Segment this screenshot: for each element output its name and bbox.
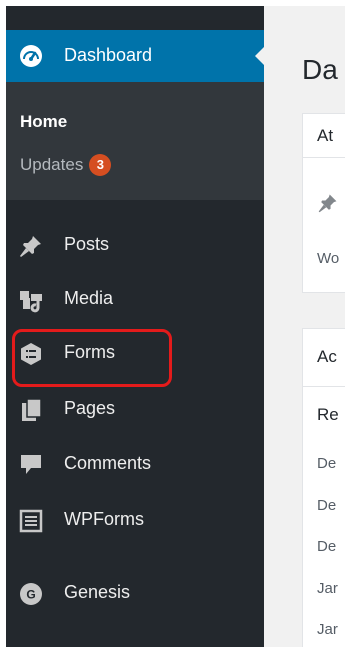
svg-text:G: G [26,588,35,602]
activity-row[interactable]: De [317,455,336,472]
activity-row[interactable]: De [317,538,336,555]
wpforms-icon [18,508,44,534]
sidebar-item-comments[interactable]: Comments [6,443,264,487]
pushpin-icon [18,233,44,259]
at-a-glance-widget: At Wo [302,113,345,293]
sidebar-item-label: Dashboard [64,45,153,65]
sidebar-item-label: Posts [64,234,110,254]
widget-header[interactable]: Ac [303,329,345,387]
sidebar-item-label: WPForms [64,509,144,529]
admin-sidebar: Dashboard Home Updates 3 Posts Media For… [6,6,265,647]
sidebar-item-media[interactable]: Media [6,278,264,322]
sidebar-item-dashboard[interactable]: Dashboard [6,30,265,82]
dashboard-submenu [6,82,264,200]
sidebar-item-label: Media [64,288,114,308]
media-icon [18,287,44,313]
sidebar-item-wpforms[interactable]: WPForms [6,499,264,543]
page-title: Da [302,54,338,85]
sidebar-item-pages[interactable]: Pages [6,388,264,432]
widget-title: At [317,126,334,145]
widget-header[interactable]: At [303,114,345,158]
pushpin-icon [317,192,339,219]
forms-highlight-outline [12,329,172,387]
activity-row[interactable]: De [317,497,336,514]
comment-icon [18,452,44,478]
sidebar-item-label: Comments [64,453,152,473]
activity-widget: Ac Re De De De Jar Jar [302,328,345,647]
dashboard-gauge-icon [18,43,44,69]
activity-row[interactable]: Jar [317,580,338,597]
sidebar-item-posts[interactable]: Posts [6,224,264,268]
sidebar-item-label: Pages [64,398,116,418]
widget-title: Ac [317,347,337,366]
activity-row[interactable]: Jar [317,621,338,638]
main-content: Da At Wo Ac Re De De De Jar Jar [264,6,345,647]
submenu-home-link[interactable]: Home [20,112,67,132]
activity-subtitle: Re [317,405,339,424]
genesis-icon: G [18,581,44,607]
glance-text: Wo [317,250,340,267]
pages-icon [18,397,44,423]
submenu-updates-label: Updates [20,155,84,174]
sidebar-item-label: Genesis [64,582,131,602]
updates-count-badge: 3 [89,154,112,176]
sidebar-item-genesis[interactable]: G Genesis [6,572,264,616]
submenu-updates-link[interactable]: Updates 3 [20,154,112,176]
admin-frame: Dashboard Home Updates 3 Posts Media For… [6,6,345,647]
